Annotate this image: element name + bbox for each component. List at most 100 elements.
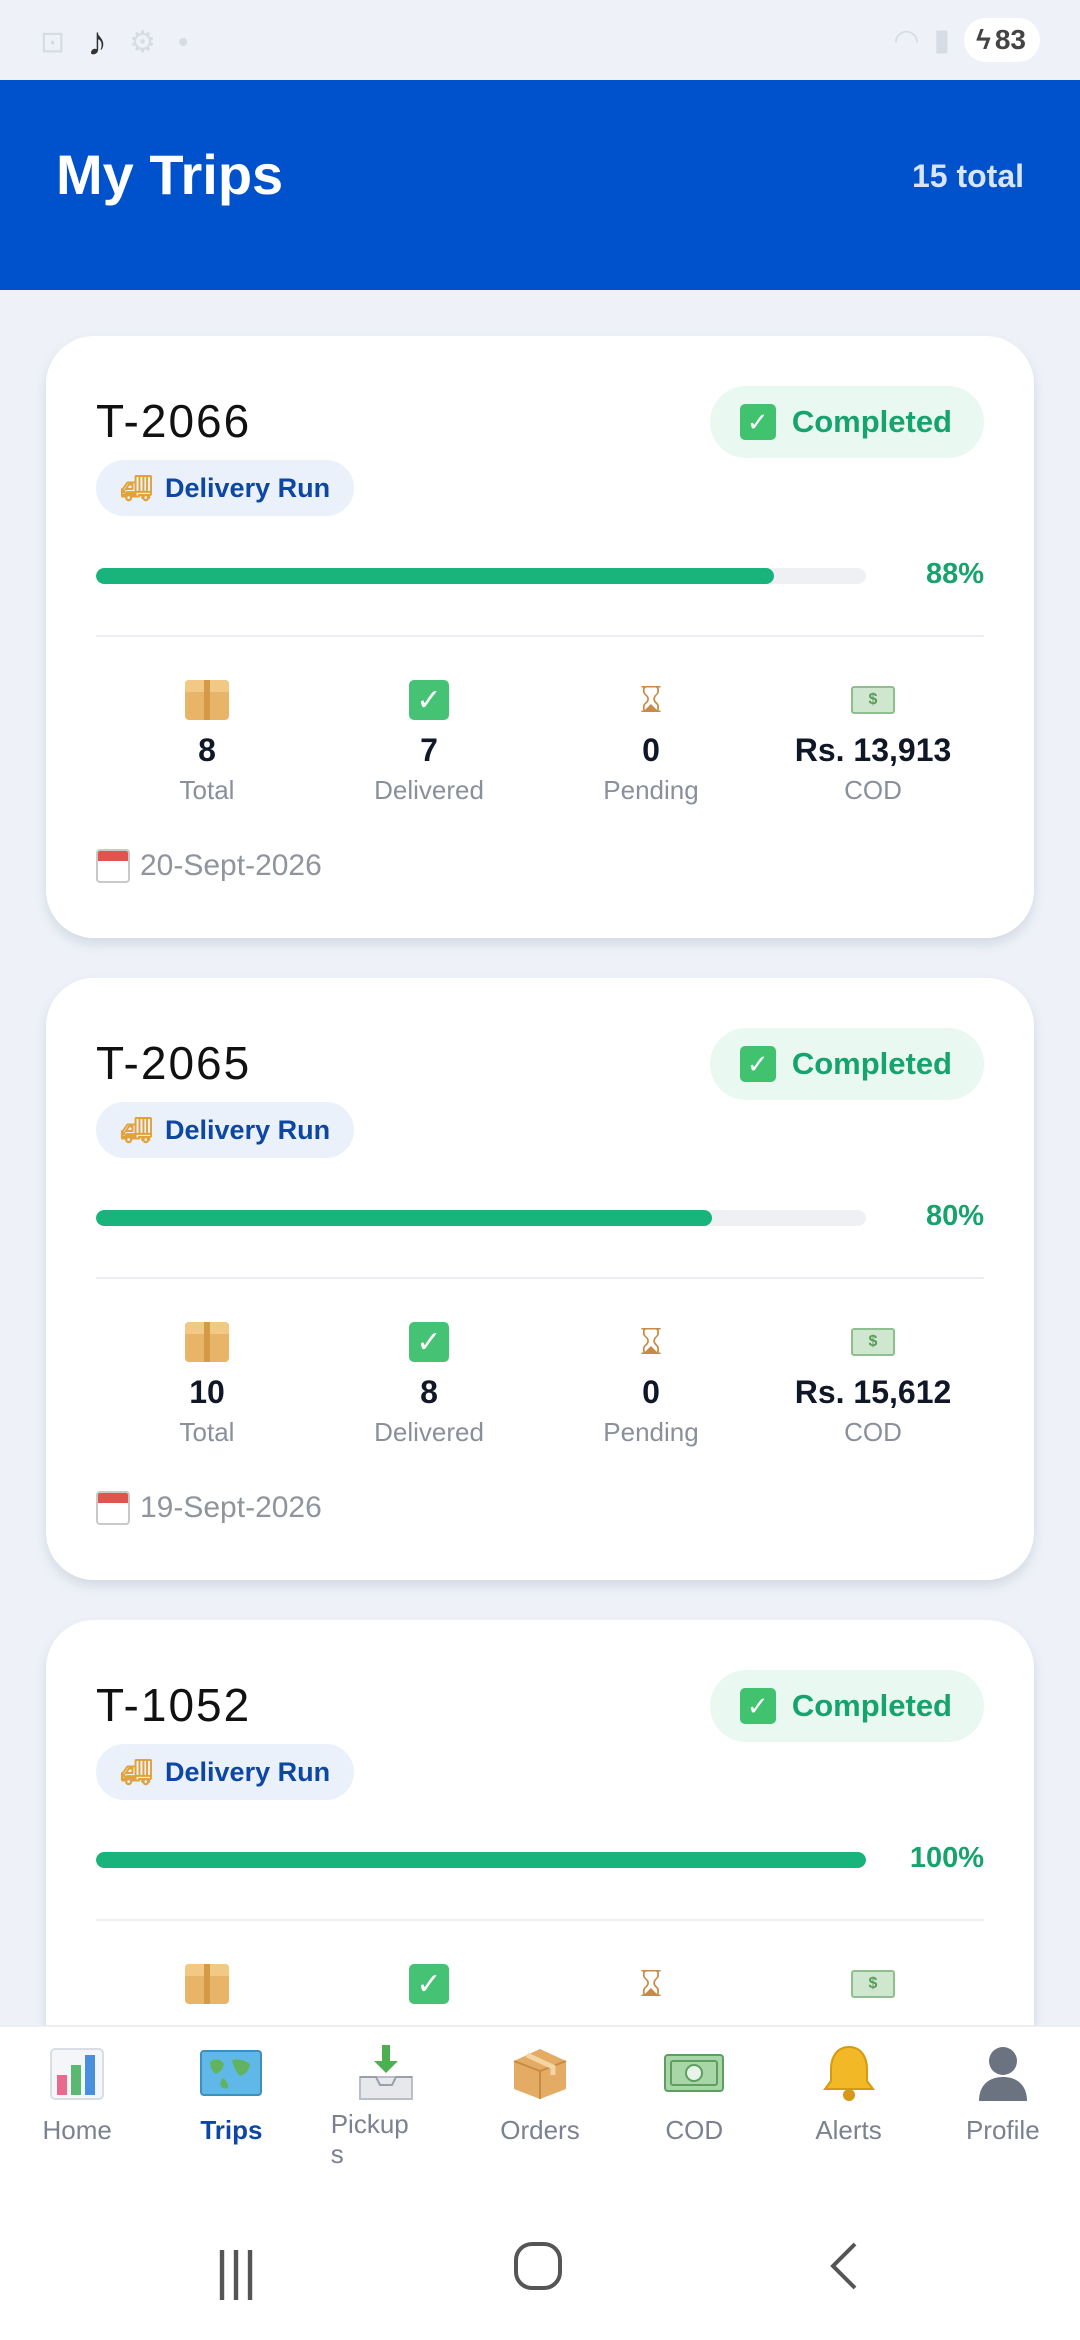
trip-type-label: Delivery Run [165,472,331,503]
trip-stats: 10 Total ✓ 8 Delivered ⌛︎ 0 Pending $ Rs… [96,1318,984,1458]
trip-id: T-1052 [96,1679,252,1731]
status-label: Completed [791,1046,952,1081]
status-badge: ✓ Completed [709,1028,984,1100]
package-icon [510,2041,570,2105]
date-label: 19-Sept-2026 [140,1491,322,1524]
status-badge: ✓ Completed [709,1670,984,1742]
trip-type-badge: 🚚︎ Delivery Run [96,460,355,516]
trip-id: T-2066 [96,395,252,447]
progress-percent: 100% [909,1842,984,1874]
progress-fill [96,1852,866,1868]
stat-label: Pending [603,1417,699,1447]
stat-label: Delivered [374,775,484,805]
nav-orders[interactable]: Orders [463,2027,617,2200]
date-label: 20-Sept-2026 [140,849,322,882]
package-icon [185,680,229,720]
trip-list[interactable]: T-2066 🚚︎ Delivery Run ✓ Completed 88% 8… [0,290,1080,2025]
stat-delivered: ✓ 7 Delivered [318,676,540,816]
nav-label: COD [665,2115,724,2145]
world-map-icon [200,2041,263,2105]
nav-pickups[interactable]: Pickup s [309,2027,463,2200]
trip-card[interactable]: T-2066 🚚︎ Delivery Run ✓ Completed 88% 8… [46,336,1034,938]
trip-date: 19-Sept-2026 [96,1491,322,1525]
stat-cod: $ Rs. 15,612 COD [762,1318,984,1458]
stat-total: 8 Total [96,676,318,816]
nav-label: Profile [965,2115,1040,2145]
bottom-navigation: Home Trips Pickup s Orders COD Alerts Pr… [0,2025,1080,2200]
nav-label: Home [42,2115,112,2145]
stat-label: COD [844,775,902,805]
trip-type-badge: 🚚︎ Delivery Run [96,1744,355,1800]
signal-icon: ▮ [933,23,951,57]
inbox-tray-icon [356,2041,416,2105]
system-navigation-bar: ||| [0,2200,1080,2340]
page-title: My Trips [56,143,284,206]
check-mark-icon: ✓ [739,1688,776,1724]
truck-icon: 🚚︎ [120,472,154,503]
stat-delivered: ✓ 8 Delivered [318,1318,540,1458]
battery-indicator: ϟ 83 [964,18,1040,62]
divider [96,1919,984,1921]
trip-type-label: Delivery Run [165,1114,331,1145]
banknote-icon: $ [851,686,895,714]
home-button[interactable] [512,2240,564,2305]
nav-home[interactable]: Home [0,2027,154,2200]
hourglass-icon: ⌛︎ [639,679,663,720]
trip-stats: 8 Total ✓ 7 Delivered ⌛︎ 0 Pending $ Rs.… [96,676,984,816]
status-bar: ⊡ ♪ ⚙ • ◠ ▮ ϟ 83 [0,0,1080,80]
tiktok-icon: ♪ [87,20,108,64]
banknote-icon: $ [851,1970,895,1998]
calendar-icon [96,849,130,883]
trip-id: T-2065 [96,1037,252,1089]
stat-delivered: ✓ [318,1960,540,2025]
nav-cod[interactable]: COD [617,2027,771,2200]
charging-icon: ϟ [976,24,991,55]
progress-bar [96,568,866,584]
nav-profile[interactable]: Profile [926,2027,1080,2200]
progress-bar [96,1210,866,1226]
trip-type-label: Delivery Run [165,1756,331,1787]
divider [96,1277,984,1279]
check-mark-icon: ✓ [739,404,776,440]
stat-total [96,1960,318,2025]
stat-value: Rs. 13,913 [794,732,952,768]
nav-label: Alerts [815,2115,882,2145]
check-mark-icon: ✓ [409,1322,449,1362]
nav-label: Orders [500,2115,580,2145]
progress-bar [96,1852,866,1868]
stat-cod: $ Rs. 13,913 COD [762,676,984,816]
package-icon [185,1964,229,2004]
wifi-icon: ◠ [893,23,920,57]
trip-count: 15 total [911,158,1024,194]
nav-trips[interactable]: Trips [154,2027,308,2200]
stat-value: 8 [198,732,216,768]
dot-icon: • [178,25,189,59]
stat-label: Total [179,775,235,805]
stat-label: Pending [603,775,699,805]
stat-value: 0 [642,732,660,768]
stat-label: COD [844,1417,902,1447]
nav-label: Trips [200,2115,263,2145]
hourglass-icon: ⌛︎ [639,1321,663,1362]
hourglass-icon: ⌛︎ [639,1963,663,2004]
trip-card[interactable]: T-2065 🚚︎ Delivery Run ✓ Completed 80% 1… [46,978,1034,1580]
calendar-icon [96,1491,130,1525]
stat-value: 10 [189,1374,225,1410]
back-button[interactable] [825,2240,865,2305]
stat-pending: ⌛︎ 0 Pending [540,676,762,816]
banknote-icon: $ [851,1328,895,1356]
trip-type-badge: 🚚︎ Delivery Run [96,1102,355,1158]
app-header: My Trips 15 total [0,80,1080,290]
stat-label: Total [179,1417,235,1447]
notification-icon: ⊡ [40,26,66,59]
trip-card[interactable]: T-1052 🚚︎ Delivery Run ✓ Completed 100% … [46,1620,1034,2025]
trip-date: 20-Sept-2026 [96,849,322,883]
stat-value: Rs. 15,612 [794,1374,952,1410]
package-icon [185,1322,229,1362]
settings-icon: ⚙ [129,26,157,59]
nav-label: Pickup s [330,2109,409,2169]
stat-value: 8 [420,1374,438,1410]
progress-fill [96,1210,712,1226]
recent-apps-button[interactable]: ||| [215,2240,257,2302]
nav-alerts[interactable]: Alerts [771,2027,925,2200]
